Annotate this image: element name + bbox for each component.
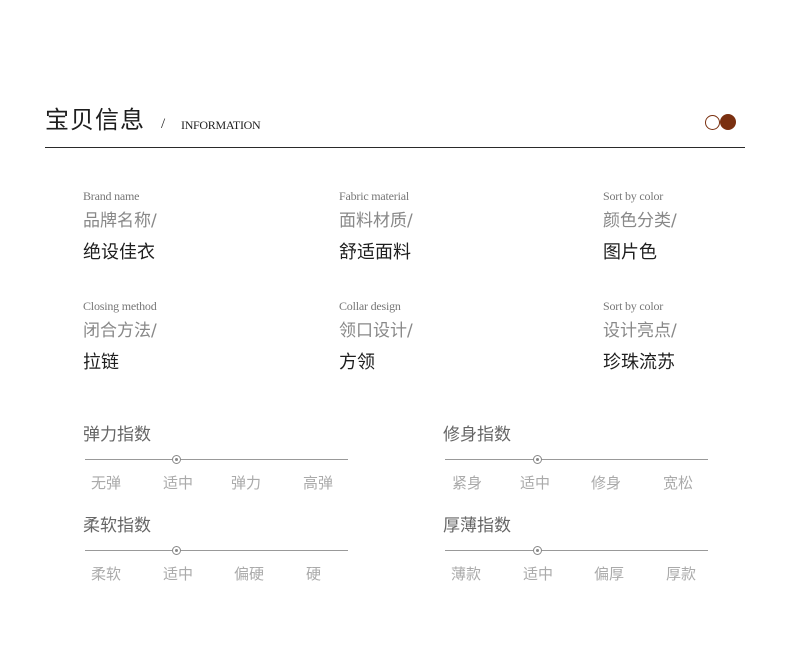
elasticity-scale: 弹力指数 无弹 适中 弹力 高弹 — [83, 424, 348, 504]
scale-option: 紧身 — [452, 474, 483, 492]
info-header: 宝贝信息 / INFORMATION — [45, 104, 745, 148]
scale-marker-icon — [172, 455, 181, 464]
info-color-category: Sort by color 颜色分类/ 图片色 — [603, 189, 677, 265]
info-english-label: Sort by color — [603, 189, 664, 203]
info-value: 图片色 — [603, 242, 657, 263]
info-value: 珍珠流苏 — [603, 352, 675, 373]
info-label: 闭合方法/ — [83, 321, 157, 341]
info-english-label: Collar design — [339, 299, 401, 313]
info-closing-method: Closing method 闭合方法/ 拉链 — [83, 299, 157, 375]
scale-option: 适中 — [163, 565, 194, 583]
scale-title: 弹力指数 — [83, 425, 151, 445]
info-value: 绝设佳衣 — [83, 242, 155, 263]
thickness-scale: 厚薄指数 薄款 适中 偏厚 厚款 — [443, 515, 708, 595]
filled-circle-icon — [720, 114, 736, 130]
scale-option: 偏硬 — [234, 565, 265, 583]
scale-option: 高弹 — [303, 474, 334, 492]
scale-marker-icon — [533, 546, 542, 555]
scale-title: 柔软指数 — [83, 516, 151, 536]
info-value: 拉链 — [83, 352, 119, 373]
scale-option: 硬 — [306, 565, 322, 583]
info-english-label: Brand name — [83, 189, 140, 203]
scale-option: 修身 — [591, 474, 622, 492]
scale-option: 适中 — [520, 474, 551, 492]
info-brand-name: Brand name 品牌名称/ 绝设佳衣 — [83, 189, 157, 265]
info-label: 面料材质/ — [339, 211, 413, 231]
scale-option: 适中 — [523, 565, 554, 583]
header-title: 宝贝信息 — [45, 106, 145, 134]
outline-circle-icon — [705, 115, 720, 130]
header-divider-slash: / — [161, 116, 166, 132]
scale-option: 宽松 — [663, 474, 694, 492]
decorative-dots-icon — [705, 114, 737, 132]
scale-track — [445, 550, 708, 551]
fit-scale: 修身指数 紧身 适中 修身 宽松 — [443, 424, 708, 504]
scale-option: 厚款 — [666, 565, 697, 583]
scale-title: 厚薄指数 — [443, 516, 511, 536]
scale-track — [85, 459, 348, 460]
info-fabric-material: Fabric material 面料材质/ 舒适面料 — [339, 189, 413, 265]
scale-track — [85, 550, 348, 551]
info-collar-design: Collar design 领口设计/ 方领 — [339, 299, 413, 375]
info-label: 设计亮点/ — [603, 321, 677, 341]
info-english-label: Sort by color — [603, 299, 664, 313]
info-design-highlight: Sort by color 设计亮点/ 珍珠流苏 — [603, 299, 677, 375]
info-english-label: Closing method — [83, 299, 157, 313]
scale-option: 无弹 — [91, 474, 122, 492]
info-label: 颜色分类/ — [603, 211, 677, 231]
info-label: 品牌名称/ — [83, 211, 157, 231]
scale-option: 弹力 — [231, 474, 262, 492]
info-label: 领口设计/ — [339, 321, 413, 341]
scale-option: 适中 — [163, 474, 194, 492]
scale-option: 偏厚 — [594, 565, 625, 583]
scale-option: 柔软 — [91, 565, 122, 583]
scale-track — [445, 459, 708, 460]
scale-marker-icon — [172, 546, 181, 555]
softness-scale: 柔软指数 柔软 适中 偏硬 硬 — [83, 515, 348, 595]
info-value: 舒适面料 — [339, 242, 411, 263]
info-value: 方领 — [339, 352, 375, 373]
scale-option: 薄款 — [451, 565, 482, 583]
header-subtitle: INFORMATION — [181, 118, 261, 132]
scale-marker-icon — [533, 455, 542, 464]
info-english-label: Fabric material — [339, 189, 409, 203]
scale-title: 修身指数 — [443, 425, 511, 445]
